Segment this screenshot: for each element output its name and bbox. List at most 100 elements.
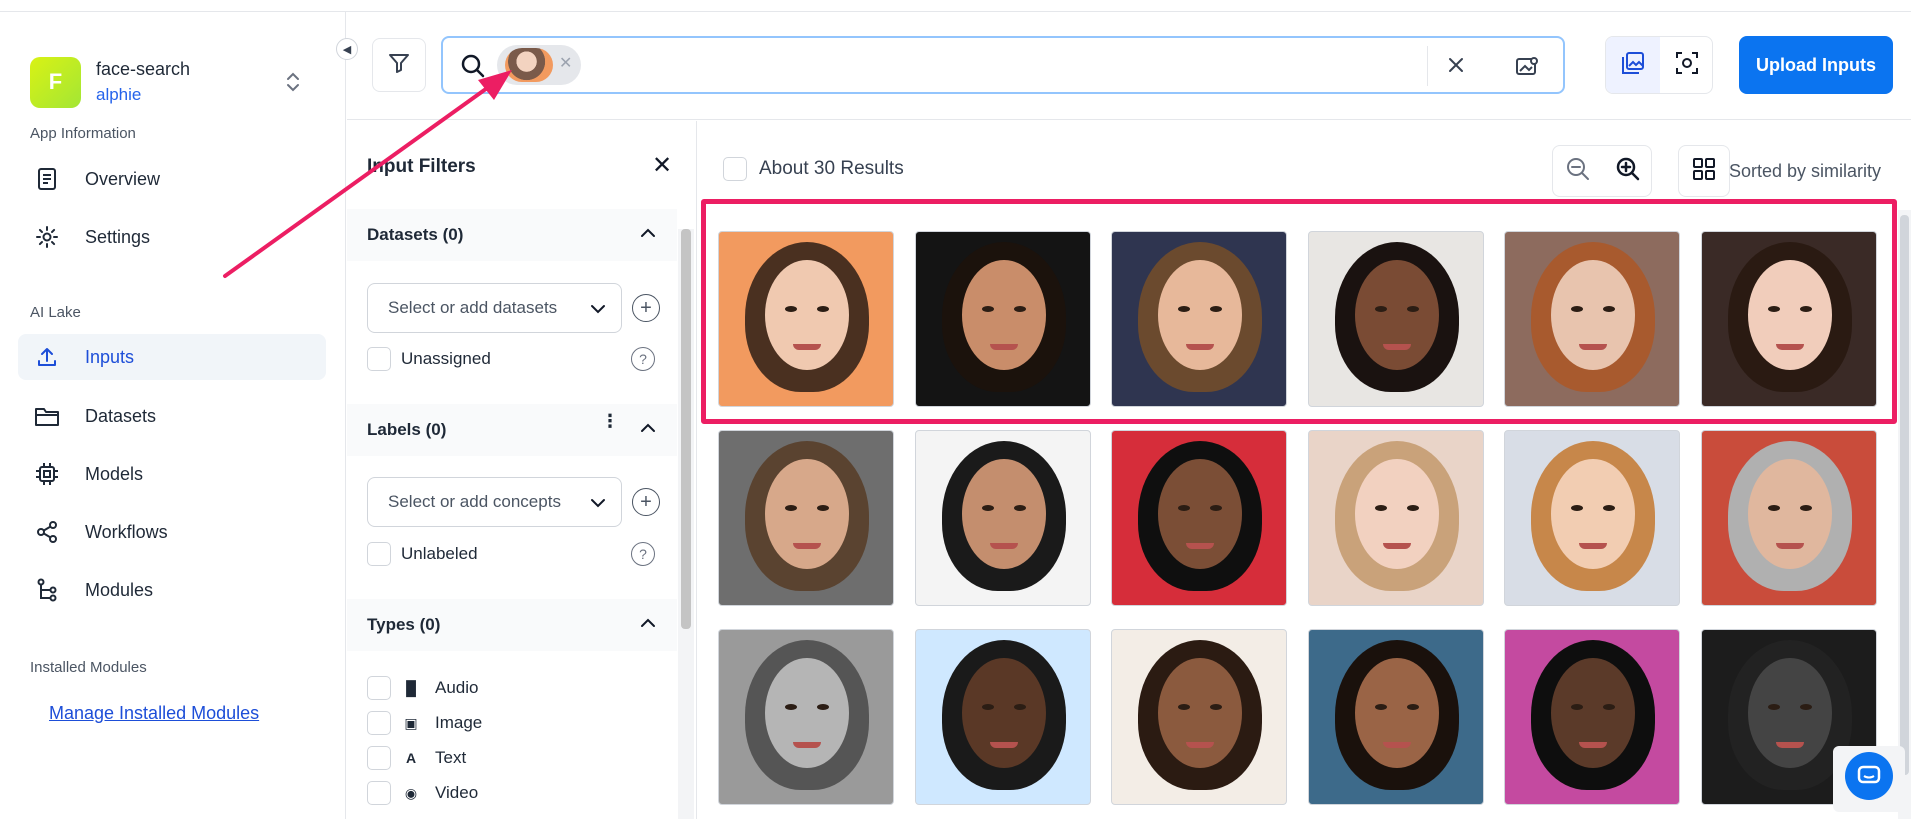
- zoom-out-button[interactable]: [1553, 146, 1603, 196]
- result-thumbnail[interactable]: [914, 430, 1091, 606]
- eye-shape: [1013, 505, 1026, 511]
- flow-icon: [33, 576, 61, 604]
- sidebar-item-label: Modules: [85, 579, 154, 600]
- result-thumbnail[interactable]: [1307, 430, 1484, 606]
- add-concept-button[interactable]: +: [632, 488, 660, 516]
- checkbox[interactable]: [367, 676, 391, 700]
- eye-shape: [785, 704, 797, 710]
- results-scrollbar-thumb[interactable]: [1900, 215, 1909, 775]
- chevron-down-icon: [589, 300, 607, 323]
- chat-icon: [1845, 752, 1893, 800]
- sidebar-item-label: Models: [85, 463, 144, 484]
- upload-inputs-button[interactable]: Upload Inputs: [1739, 36, 1893, 94]
- result-thumbnail[interactable]: [1504, 430, 1680, 606]
- checkbox[interactable]: [367, 542, 391, 566]
- filters-scrollbar-thumb[interactable]: [681, 229, 691, 629]
- clear-search-icon[interactable]: [1443, 52, 1469, 83]
- labels-section-header[interactable]: Labels (0) ⋮: [347, 404, 677, 456]
- result-thumbnail[interactable]: [718, 629, 894, 805]
- filter-button[interactable]: [372, 38, 426, 92]
- result-thumbnail[interactable]: [1111, 430, 1287, 606]
- eye-shape: [1571, 704, 1583, 710]
- type-image-checkbox[interactable]: ▣ Image: [367, 711, 482, 735]
- zoom-in-button[interactable]: [1603, 146, 1653, 196]
- upload-icon: [33, 343, 61, 371]
- result-thumbnail[interactable]: [1700, 430, 1877, 606]
- eye-shape: [1178, 505, 1190, 511]
- unlabeled-checkbox[interactable]: Unlabeled: [367, 542, 478, 566]
- face-shape: [1158, 459, 1242, 569]
- app-user[interactable]: alphie: [96, 85, 190, 105]
- checkbox[interactable]: [367, 347, 391, 371]
- result-thumbnail[interactable]: [1111, 629, 1287, 805]
- top-results-highlight: [701, 199, 1897, 424]
- types-heading: Types (0): [367, 615, 441, 634]
- type-video-checkbox[interactable]: ◉ Video: [367, 781, 478, 805]
- add-dataset-button[interactable]: +: [632, 294, 660, 322]
- eye-shape: [1406, 505, 1419, 511]
- app-name: face-search: [96, 59, 191, 79]
- result-thumbnail[interactable]: [1307, 629, 1484, 805]
- type-text-checkbox[interactable]: A Text: [367, 746, 466, 770]
- eye-shape: [817, 704, 829, 710]
- collapse-sidebar-button[interactable]: ◀: [336, 38, 358, 60]
- sidebar-item-label: Workflows: [85, 521, 168, 542]
- eye-shape: [1178, 704, 1190, 710]
- manage-installed-modules-link[interactable]: Manage Installed Modules: [49, 703, 259, 724]
- unassigned-checkbox[interactable]: Unassigned: [367, 347, 491, 371]
- sidebar-item-label: Datasets: [85, 405, 157, 426]
- grid-view-button[interactable]: [1678, 145, 1730, 197]
- datasets-section-header[interactable]: Datasets (0): [347, 209, 677, 261]
- eye-shape: [1374, 704, 1387, 710]
- sidebar-item-settings[interactable]: Settings: [18, 214, 326, 260]
- eye-shape: [1767, 704, 1780, 710]
- face-shape: [1354, 459, 1439, 569]
- sidebar-item-modules[interactable]: Modules: [18, 567, 326, 613]
- close-icon[interactable]: ✕: [652, 151, 672, 180]
- eye-shape: [1406, 704, 1419, 710]
- image-query-chip[interactable]: ✕: [497, 45, 581, 85]
- types-section-header[interactable]: Types (0): [347, 599, 677, 651]
- chat-widget[interactable]: [1833, 746, 1905, 812]
- mouth-shape: [793, 742, 821, 748]
- mouth-shape: [989, 543, 1018, 549]
- result-thumbnail[interactable]: [914, 629, 1091, 805]
- help-icon[interactable]: ?: [631, 347, 655, 371]
- concepts-select[interactable]: Select or add concepts: [367, 477, 622, 527]
- mouth-shape: [1382, 742, 1411, 748]
- sort-label[interactable]: Sorted by similarity: [1729, 161, 1881, 182]
- sidebar-item-models[interactable]: Models: [18, 451, 326, 497]
- mouth-shape: [1775, 742, 1804, 748]
- sidebar-item-datasets[interactable]: Datasets: [18, 393, 326, 439]
- checkbox[interactable]: [367, 781, 391, 805]
- datasets-select[interactable]: Select or add datasets: [367, 283, 622, 333]
- mouth-shape: [1186, 543, 1214, 549]
- grid-icon: [1691, 156, 1717, 187]
- folder-icon: [33, 402, 61, 430]
- face-shape: [1158, 658, 1242, 768]
- app-switcher[interactable]: F face-search alphie: [30, 52, 330, 112]
- image-search-icon[interactable]: [1513, 52, 1541, 85]
- checkbox[interactable]: [367, 711, 391, 735]
- mouth-shape: [1579, 742, 1607, 748]
- cpu-icon: [33, 460, 61, 488]
- result-thumbnail[interactable]: [1504, 629, 1680, 805]
- object-view-button[interactable]: [1660, 37, 1714, 93]
- select-all-checkbox[interactable]: [723, 157, 747, 181]
- sidebar-item-inputs[interactable]: Inputs: [18, 334, 326, 380]
- zoom-controls: [1552, 145, 1652, 197]
- close-icon[interactable]: ✕: [559, 53, 572, 73]
- sidebar-item-label: Overview: [85, 168, 161, 189]
- result-thumbnail[interactable]: [718, 430, 894, 606]
- checkbox[interactable]: [367, 746, 391, 770]
- help-icon[interactable]: ?: [631, 542, 655, 566]
- chevron-down-icon: [589, 494, 607, 517]
- search-input[interactable]: ✕: [441, 36, 1565, 94]
- chevron-updown-icon[interactable]: [286, 70, 300, 95]
- mouth-shape: [793, 543, 821, 549]
- sidebar-item-overview[interactable]: Overview: [18, 156, 326, 202]
- image-view-button[interactable]: [1606, 37, 1660, 93]
- more-vertical-icon[interactable]: ⋮: [601, 412, 619, 430]
- type-audio-checkbox[interactable]: ▐▌ Audio: [367, 676, 478, 700]
- sidebar-item-workflows[interactable]: Workflows: [18, 509, 326, 555]
